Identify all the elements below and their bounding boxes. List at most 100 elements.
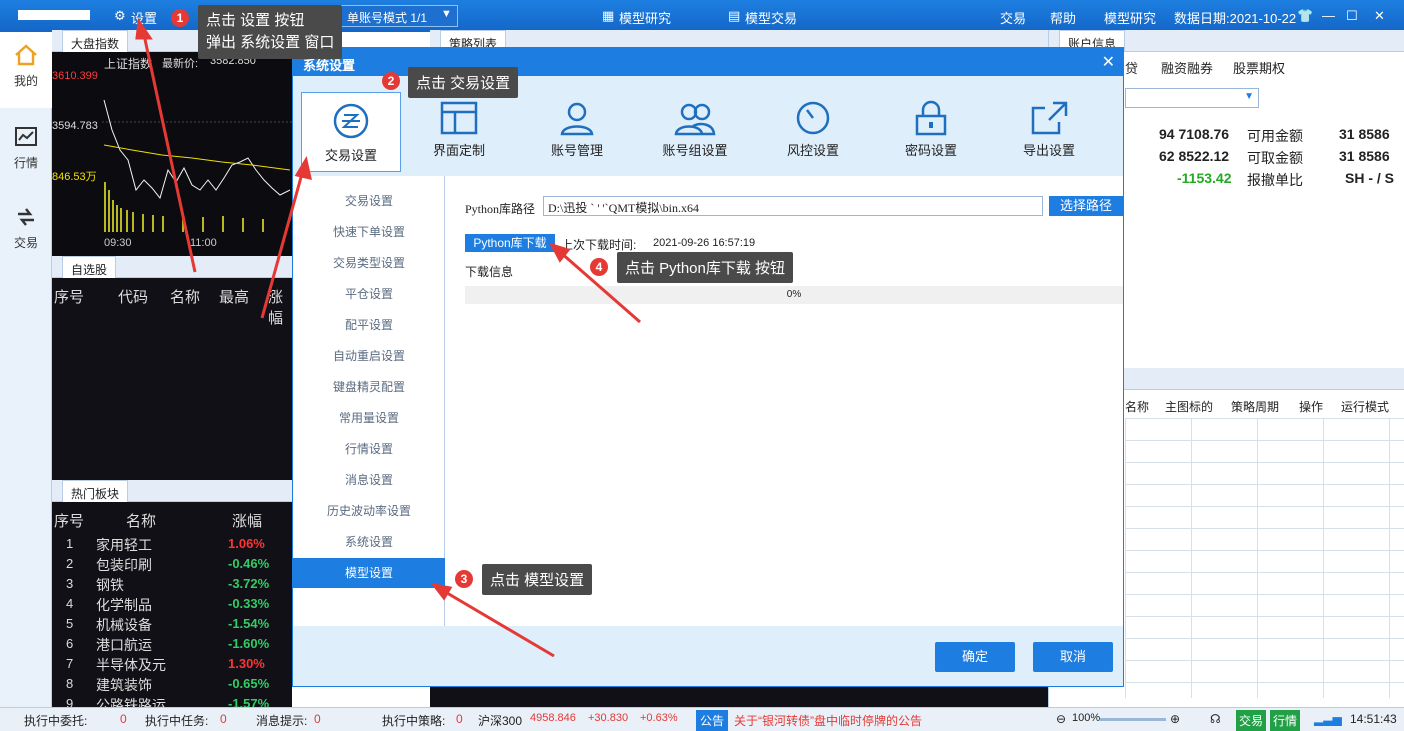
zoom-out-icon[interactable]: ⊖ (1056, 712, 1066, 726)
settings-item[interactable]: 模型设置 (293, 558, 445, 588)
tab-model-trade[interactable]: 模型交易 (745, 8, 797, 27)
settings-item[interactable]: 快速下单设置 (293, 217, 445, 247)
choose-path-button[interactable]: 选择路径 (1049, 196, 1123, 216)
run-col-op[interactable]: 操作 (1299, 398, 1323, 415)
nav-trade[interactable]: 交易 (0, 194, 52, 270)
menu-model-research[interactable]: 模型研究 (1104, 8, 1156, 27)
category-label: 风控设置 (786, 143, 839, 158)
category-account-manage[interactable]: 账号管理 (527, 92, 627, 172)
run-col-period[interactable]: 策略周期 (1231, 398, 1279, 415)
settings-item[interactable]: 自动重启设置 (293, 341, 445, 371)
hot-sector-row[interactable]: 8 建筑装饰 -0.65% (52, 674, 292, 694)
run-col-main[interactable]: 主图标的 (1165, 398, 1213, 415)
ok-button[interactable]: 确定 (935, 642, 1015, 672)
category-ui-custom[interactable]: 界面定制 (409, 92, 509, 172)
notice-text[interactable]: 关于“银河转债”盘中临时停牌的公告 (734, 712, 922, 729)
index-chart (102, 99, 292, 232)
minimize-icon[interactable]: — (1322, 8, 1335, 23)
category-trade-settings[interactable]: 交易设置 (301, 92, 401, 172)
hot-sector-row[interactable]: 7 半导体及元 1.30% (52, 654, 292, 674)
hot-sector-row[interactable]: 3 钢铁 -3.72% (52, 574, 292, 594)
settings-item[interactable]: 键盘精灵配置 (293, 372, 445, 402)
hot-sector-row[interactable]: 2 包装印刷 -0.46% (52, 554, 292, 574)
settings-item[interactable]: 交易设置 (293, 186, 445, 216)
category-label: 账号管理 (550, 143, 603, 158)
settings-item[interactable]: 常用量设置 (293, 403, 445, 433)
settings-item[interactable]: 系统设置 (293, 527, 445, 557)
zoom-in-icon[interactable]: ⊕ (1170, 712, 1180, 726)
model-research-icon: ▦ (602, 8, 615, 23)
step-badge-2: 2 (382, 72, 400, 90)
msg-label: 消息提示: (256, 714, 308, 728)
account-tab-options[interactable]: 股票期权 (1233, 58, 1285, 77)
category-risk-control[interactable]: 风控设置 (763, 92, 863, 172)
watch-col-no[interactable]: 序号 (54, 286, 84, 307)
watch-col-high[interactable]: 最高 (219, 286, 249, 307)
settings-item[interactable]: 配平设置 (293, 310, 445, 340)
hot-sector-change: 1.06% (228, 536, 265, 551)
settings-item[interactable]: 历史波动率设置 (293, 496, 445, 526)
hot-tab[interactable]: 热门板块 (62, 480, 129, 502)
hot-sector-change: -0.33% (228, 596, 270, 611)
hot-sector-name: 机械设备 (96, 617, 152, 633)
hot-col-name[interactable]: 名称 (126, 510, 156, 531)
home-icon (15, 44, 37, 66)
tab-model-research[interactable]: 模型研究 (619, 8, 671, 27)
hot-sector-row[interactable]: 6 港口航运 -1.60% (52, 634, 292, 654)
zoom-slider[interactable] (1100, 718, 1166, 721)
hot-sector-change: 1.30% (228, 656, 265, 671)
settings-button[interactable]: 设置 (131, 8, 157, 27)
settings-item[interactable]: 消息设置 (293, 465, 445, 495)
settings-item[interactable]: 交易类型设置 (293, 248, 445, 278)
watch-col-name[interactable]: 名称 (170, 286, 200, 307)
nav-mine-label: 我的 (13, 74, 38, 88)
left-nav: 我的 行情 交易 (0, 32, 52, 707)
hot-col-change[interactable]: 涨幅 (232, 510, 262, 531)
python-download-button[interactable]: Python库下载 (465, 234, 555, 252)
account-tab-loan[interactable]: 贷 (1125, 58, 1138, 77)
category-export[interactable]: 导出设置 (999, 92, 1099, 172)
close-icon[interactable]: ✕ (1374, 8, 1385, 24)
headset-icon[interactable]: ☊ (1210, 712, 1221, 726)
hot-col-no[interactable]: 序号 (54, 510, 84, 531)
watch-col-code[interactable]: 代码 (118, 286, 148, 307)
menu-trade[interactable]: 交易 (1000, 8, 1026, 27)
menu-help[interactable]: 帮助 (1050, 8, 1076, 27)
nav-market[interactable]: 行情 (0, 114, 52, 190)
python-path-input[interactable]: D:\迅投 ` ' '`QMT模拟\bin.x64 (543, 196, 1043, 216)
maximize-icon[interactable]: ☐ (1346, 8, 1358, 24)
watchlist-panel: 自选股 序号 代码 名称 最高 涨幅 (52, 256, 292, 480)
account-mode-select[interactable]: 单账号模式 1/1 ▼ (340, 5, 458, 27)
hot-sectors-panel: 热门板块 序号 名称 涨幅 1 家用轻工 1.06% 2 包装印刷 -0.46% 3 钢铁 -3… (52, 480, 292, 713)
settings-item[interactable]: 行情设置 (293, 434, 445, 464)
hot-sector-change: -0.65% (228, 676, 270, 691)
python-path-label: Python库路径 (465, 202, 536, 216)
watch-col-change[interactable]: 涨幅 (268, 286, 292, 328)
app-logo (18, 10, 90, 20)
chart-icon (15, 127, 37, 146)
hot-sector-row[interactable]: 4 化学制品 -0.33% (52, 594, 292, 614)
settings-icon[interactable]: ⚙ (114, 8, 126, 24)
settings-item[interactable]: 平仓设置 (293, 279, 445, 309)
run-col-name[interactable]: 名称 (1125, 398, 1149, 415)
account-tab-margin[interactable]: 融资融券 (1161, 58, 1213, 77)
nav-mine[interactable]: 我的 (0, 32, 52, 108)
hot-header: 热门板块 (52, 480, 292, 502)
trade-status-tag[interactable]: 交易 (1236, 710, 1267, 731)
cancel-button[interactable]: 取消 (1033, 642, 1113, 672)
account-select[interactable]: ▼ (1125, 88, 1259, 108)
download-progress-bar: 0% (465, 286, 1123, 304)
market-status-tag[interactable]: 行情 (1270, 710, 1301, 731)
category-account-group[interactable]: 账号组设置 (645, 92, 745, 172)
run-col-mode[interactable]: 运行模式 (1341, 398, 1389, 415)
hot-sector-row[interactable]: 5 机械设备 -1.54% (52, 614, 292, 634)
close-icon[interactable]: ✕ (1102, 52, 1115, 72)
account-value-3a: -1153.42 (1177, 170, 1232, 186)
notice-tag[interactable]: 公告 (696, 710, 729, 731)
hot-sector-row[interactable]: 1 家用轻工 1.06% (52, 534, 292, 554)
watchlist-tab[interactable]: 自选股 (62, 256, 117, 278)
category-password[interactable]: 密码设置 (881, 92, 981, 172)
time-mid: 11:00 (190, 237, 217, 249)
skin-icon[interactable]: 👕 (1297, 8, 1313, 24)
index-panel-tab[interactable]: 大盘指数 (62, 30, 129, 52)
